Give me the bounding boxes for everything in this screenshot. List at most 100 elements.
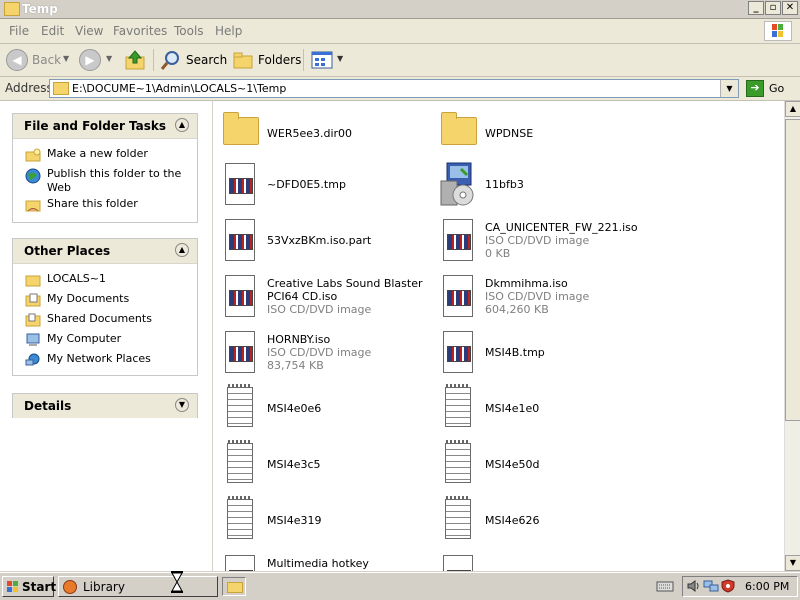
task-make-new-folder[interactable]: Make a new folder bbox=[13, 147, 197, 167]
file-name: MSI4e3c5 bbox=[267, 458, 321, 471]
file-item[interactable]: Multimedia hotkey installation.iso bbox=[219, 553, 429, 571]
start-button[interactable]: Start bbox=[2, 576, 56, 597]
menu-help[interactable]: Help bbox=[215, 24, 242, 38]
file-item[interactable]: MSI4e0e6 bbox=[219, 384, 429, 437]
file-item[interactable]: HORNBY.iso ISO CD/DVD image 83,754 KB bbox=[219, 329, 429, 381]
menu-file[interactable]: File bbox=[9, 24, 29, 38]
address-dropdown-icon[interactable]: ▼ bbox=[720, 80, 738, 97]
place-my-computer[interactable]: My Computer bbox=[13, 332, 197, 352]
views-dropdown-icon[interactable]: ▼ bbox=[337, 54, 343, 63]
place-locals[interactable]: LOCALS~1 bbox=[13, 272, 197, 292]
file-item[interactable]: MSI4e626 bbox=[437, 496, 647, 549]
address-bar: Address E:\DOCUME~1\Admin\LOCALS~1\Temp … bbox=[0, 77, 800, 101]
document-icon bbox=[219, 329, 259, 377]
file-item[interactable]: WPDNSE bbox=[437, 107, 647, 159]
go-arrow-icon[interactable]: ➔ bbox=[746, 80, 764, 97]
file-item[interactable]: Dkmmihma.iso ISO CD/DVD image 604,260 KB bbox=[437, 273, 647, 325]
place-shared-documents[interactable]: Shared Documents bbox=[13, 312, 197, 332]
other-places-header[interactable]: Other Places ▲ bbox=[13, 239, 197, 264]
folder-icon bbox=[53, 82, 69, 95]
file-item[interactable]: MSI4e3c5 bbox=[219, 440, 429, 493]
views-icon[interactable] bbox=[311, 50, 333, 70]
taskbar-item-label: Library bbox=[83, 580, 125, 594]
task-publish-folder[interactable]: Publish this folder to the Web bbox=[13, 167, 197, 197]
menu-favorites[interactable]: Favorites bbox=[113, 24, 167, 38]
file-item[interactable]: Creative Labs Sound Blaster PCI64 CD.iso… bbox=[219, 273, 429, 325]
file-item[interactable]: WER5ee3.dir00 bbox=[219, 107, 429, 159]
shared-documents-icon bbox=[25, 313, 41, 327]
file-item[interactable] bbox=[437, 553, 647, 571]
file-type: ISO CD/DVD image bbox=[267, 303, 372, 316]
back-dropdown-icon[interactable]: ▼ bbox=[63, 54, 69, 63]
file-name: WPDNSE bbox=[485, 127, 534, 140]
search-icon[interactable] bbox=[160, 49, 182, 71]
taskbar-item-library[interactable]: Library bbox=[58, 576, 218, 597]
place-label: My Network Places bbox=[47, 352, 151, 365]
document-icon bbox=[219, 553, 259, 571]
search-button-label[interactable]: Search bbox=[186, 53, 227, 67]
document-icon bbox=[437, 217, 477, 265]
menu-edit[interactable]: Edit bbox=[41, 24, 64, 38]
file-name: HORNBY.iso bbox=[267, 333, 331, 346]
file-name: Dkmmihma.iso bbox=[485, 277, 568, 290]
close-button[interactable]: ✕ bbox=[782, 1, 798, 15]
up-folder-icon[interactable] bbox=[124, 49, 146, 71]
file-folder-tasks-panel: File and Folder Tasks ▲ Make a new folde… bbox=[12, 113, 198, 223]
security-shield-icon[interactable] bbox=[721, 579, 735, 593]
address-input[interactable]: E:\DOCUME~1\Admin\LOCALS~1\Temp ▼ bbox=[49, 79, 739, 98]
folder-icon bbox=[227, 582, 243, 593]
menu-view[interactable]: View bbox=[75, 24, 103, 38]
keyboard-icon[interactable] bbox=[656, 579, 674, 593]
back-button-label[interactable]: Back bbox=[32, 53, 61, 67]
file-item[interactable]: MSI4e1e0 bbox=[437, 384, 647, 437]
file-name: MSI4e50d bbox=[485, 458, 540, 471]
back-arrow-icon[interactable]: ◀ bbox=[6, 49, 28, 71]
minimize-button[interactable]: _ bbox=[748, 1, 764, 15]
collapse-chevron-icon[interactable]: ▲ bbox=[175, 118, 189, 132]
file-item[interactable]: ~DFD0E5.tmp bbox=[219, 161, 429, 213]
file-name: MSI4e0e6 bbox=[267, 402, 322, 415]
network-places-icon bbox=[25, 353, 41, 367]
taskbar-item-explorer[interactable] bbox=[222, 577, 246, 596]
task-share-folder[interactable]: Share this folder bbox=[13, 197, 197, 217]
share-folder-icon bbox=[25, 198, 41, 212]
document-icon bbox=[219, 161, 259, 209]
details-header[interactable]: Details ▼ bbox=[13, 394, 197, 418]
title-bar[interactable]: Temp _ ▫ ✕ bbox=[0, 0, 800, 19]
collapse-chevron-icon[interactable]: ▲ bbox=[175, 243, 189, 257]
file-name: MSI4e319 bbox=[267, 514, 322, 527]
file-name: MSI4e1e0 bbox=[485, 402, 540, 415]
scroll-up-icon[interactable]: ▲ bbox=[785, 101, 800, 117]
maximize-button[interactable]: ▫ bbox=[765, 1, 781, 15]
task-label: Share this folder bbox=[47, 197, 138, 210]
place-my-network-places[interactable]: My Network Places bbox=[13, 352, 197, 372]
panel-title: File and Folder Tasks bbox=[24, 119, 167, 133]
menu-tools[interactable]: Tools bbox=[174, 24, 204, 38]
scroll-down-icon[interactable]: ▼ bbox=[785, 555, 800, 571]
file-item[interactable]: MSI4e319 bbox=[219, 496, 429, 549]
vertical-scrollbar[interactable]: ▲ ▼ bbox=[784, 101, 800, 571]
forward-dropdown-icon[interactable]: ▼ bbox=[106, 54, 112, 63]
expand-chevron-icon[interactable]: ▼ bbox=[175, 398, 189, 412]
address-value: E:\DOCUME~1\Admin\LOCALS~1\Temp bbox=[72, 82, 287, 95]
menu-bar: File Edit View Favorites Tools Help bbox=[0, 19, 800, 44]
toolbar-separator bbox=[153, 49, 154, 71]
file-item[interactable]: MSI4e50d bbox=[437, 440, 647, 493]
windows-logo-icon bbox=[764, 21, 792, 41]
file-name: Multimedia hotkey installation.iso bbox=[267, 557, 369, 571]
folder-icon bbox=[219, 107, 259, 155]
file-item[interactable]: 53VxzBKm.iso.part bbox=[219, 217, 429, 269]
place-my-documents[interactable]: My Documents bbox=[13, 292, 197, 312]
go-button-label[interactable]: Go bbox=[769, 82, 784, 95]
folders-icon[interactable] bbox=[232, 50, 254, 70]
folders-button-label[interactable]: Folders bbox=[258, 53, 301, 67]
file-item[interactable]: CA_UNICENTER_FW_221.iso ISO CD/DVD image… bbox=[437, 217, 647, 269]
volume-icon[interactable] bbox=[687, 579, 701, 593]
network-icon[interactable] bbox=[703, 579, 719, 593]
hourglass-cursor-icon bbox=[170, 570, 184, 594]
file-item[interactable]: 11bfb3 bbox=[437, 161, 647, 213]
forward-arrow-icon[interactable]: ▶ bbox=[79, 49, 101, 71]
scroll-thumb[interactable] bbox=[785, 119, 800, 421]
file-item[interactable]: MSI4B.tmp bbox=[437, 329, 647, 381]
file-folder-tasks-header[interactable]: File and Folder Tasks ▲ bbox=[13, 114, 197, 139]
